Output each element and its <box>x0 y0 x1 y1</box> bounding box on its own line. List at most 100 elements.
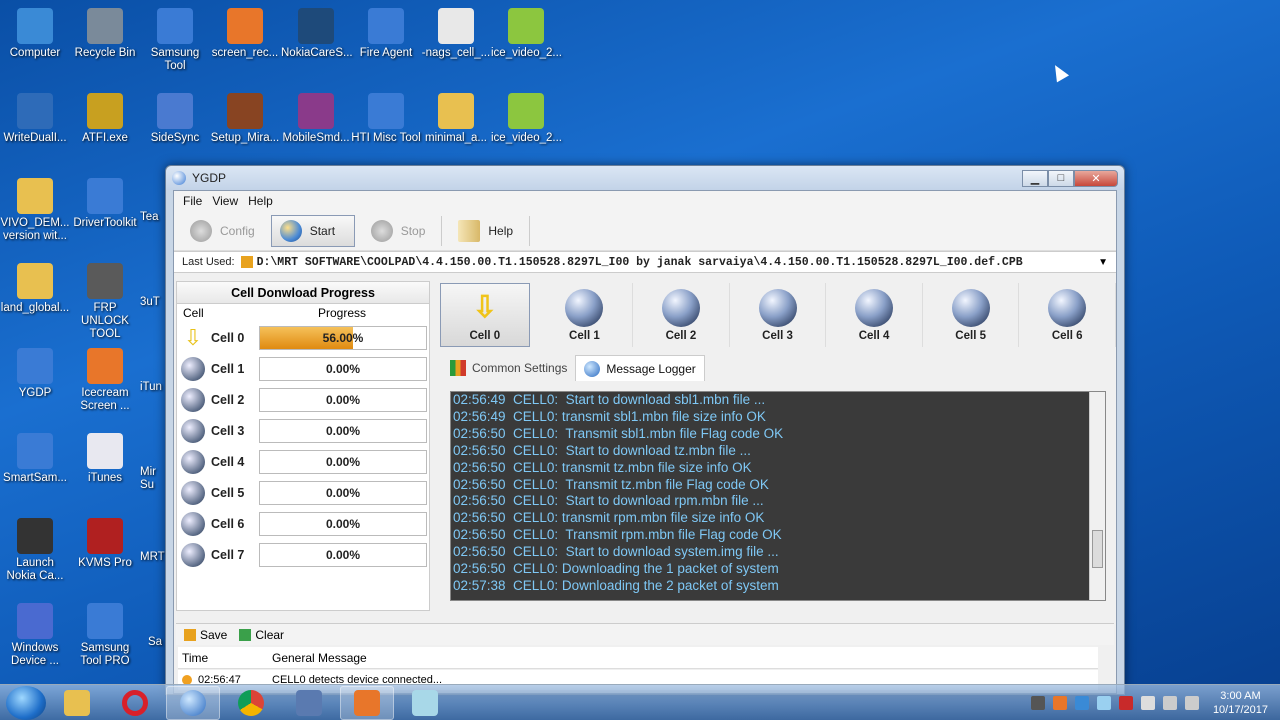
cell-button-1[interactable]: Cell 1 <box>537 283 634 347</box>
desktop-icon[interactable]: YGDP <box>0 348 70 400</box>
desktop-icon[interactable]: Recycle Bin <box>70 8 140 60</box>
desktop-icon[interactable]: Samsung Tool PRO <box>70 603 140 668</box>
desktop-icon-label: ice_video_2... <box>491 132 562 144</box>
tray-icon[interactable] <box>1118 695 1133 710</box>
cell-button-3[interactable]: Cell 3 <box>730 283 827 347</box>
tab-message-logger[interactable]: Message Logger <box>575 355 705 381</box>
taskbar-notepad[interactable] <box>398 686 452 720</box>
winrar-icon <box>298 93 334 129</box>
desktop-icon[interactable]: NokiaCareS... <box>281 8 353 60</box>
menu-help[interactable]: Help <box>243 194 278 208</box>
driver-toolkit-icon <box>87 178 123 214</box>
log-scrollbar[interactable] <box>1089 392 1105 600</box>
desktop-icon[interactable]: MobileSmd... <box>281 93 351 145</box>
tray-icon[interactable] <box>1052 695 1067 710</box>
desktop-icon[interactable]: Fire Agent <box>351 8 421 60</box>
taskbar-opera[interactable] <box>108 686 162 720</box>
desktop-icon[interactable]: WriteDualI... <box>0 93 70 145</box>
message-log[interactable]: 02:56:49 CELL0: Start to download sbl1.m… <box>450 391 1106 601</box>
stop-button[interactable]: Stop <box>363 215 434 247</box>
desktop-icon[interactable]: KVMS Pro <box>70 518 140 570</box>
cell-progress-row[interactable]: Cell 5 0.00% <box>177 477 429 508</box>
menu-view[interactable]: View <box>207 194 243 208</box>
desktop-icon[interactable]: SideSync <box>140 93 210 145</box>
tray-icon[interactable] <box>1074 695 1089 710</box>
menu-file[interactable]: File <box>178 194 207 208</box>
flag-icon[interactable] <box>1140 695 1155 710</box>
minimize-button[interactable]: ▁ <box>1022 169 1048 187</box>
cell-button-6[interactable]: Cell 6 <box>1019 283 1116 347</box>
desktop-icon[interactable]: VIVO_DEM... version wit... <box>0 178 70 243</box>
tab-common-settings-label: Common Settings <box>472 361 568 375</box>
desktop-icon[interactable]: Launch Nokia Ca... <box>0 518 70 583</box>
window-title: YGDP <box>192 171 227 185</box>
window-controls: ▁ □ ✕ <box>1022 169 1118 187</box>
start-menu-button[interactable] <box>6 685 46 720</box>
cell-button-2[interactable]: Cell 2 <box>633 283 730 347</box>
cell-progress-row[interactable]: Cell 1 0.00% <box>177 353 429 384</box>
globe-icon <box>584 360 601 377</box>
cell-button-0[interactable]: ⇩ Cell 0 <box>440 283 530 347</box>
taskbar-explorer[interactable] <box>50 686 104 720</box>
desktop-icon[interactable]: minimal_a... <box>421 93 491 145</box>
desktop-icon[interactable]: ice_video_2... <box>491 93 562 145</box>
log-line: 02:56:50 CELL0: Transmit sbl1.mbn file F… <box>453 425 784 441</box>
volume-icon[interactable] <box>1184 695 1199 710</box>
desktop-icon[interactable]: screen_rec... <box>210 8 280 60</box>
cell-progress-row[interactable]: Cell 3 0.00% <box>177 415 429 446</box>
atf-icon <box>87 93 123 129</box>
cell-button-5[interactable]: Cell 5 <box>923 283 1020 347</box>
tray-icon[interactable] <box>1030 695 1045 710</box>
desktop-icon[interactable]: -nags_cell_... <box>421 8 491 60</box>
save-button[interactable]: Save <box>184 628 227 642</box>
taskbar: 3:00 AM 10/17/2017 <box>0 684 1280 720</box>
taskbar-ygdp[interactable] <box>166 685 220 720</box>
desktop-icon[interactable]: land_global... <box>0 263 70 315</box>
tab-common-settings[interactable]: Common Settings <box>442 355 575 381</box>
cell-progress-row[interactable]: ⇩ Cell 0 56.00% <box>177 322 429 353</box>
save-icon <box>184 628 196 641</box>
start-button[interactable]: Start <box>270 214 355 247</box>
network-tray-icon[interactable] <box>1162 695 1177 710</box>
last-used-bar[interactable]: Last Used: D:\MRT SOFTWARE\COOLPAD\4.4.1… <box>174 251 1116 273</box>
progress-text: 0.00% <box>325 392 361 407</box>
clear-button[interactable]: Clear <box>239 628 284 642</box>
desktop-icon[interactable]: Windows Device ... <box>0 603 70 668</box>
cell-progress-row[interactable]: Cell 2 0.00% <box>177 384 429 415</box>
progress-bar: 0.00% <box>259 356 427 381</box>
desktop-icon-label: iTunes <box>87 472 123 484</box>
taskbar-icecream[interactable] <box>340 685 394 720</box>
clock[interactable]: 3:00 AM 10/17/2017 <box>1213 689 1268 717</box>
cell-progress-row[interactable]: Cell 4 0.00% <box>177 446 429 477</box>
desktop-icon[interactable]: DriverToolkit <box>70 178 140 230</box>
cell-name: Cell 1 <box>211 361 245 376</box>
desktop-icon[interactable]: SmartSam... <box>0 433 70 485</box>
desktop-icon[interactable]: Icecream Screen ... <box>70 348 140 413</box>
log-line: 02:56:50 CELL0: transmit rpm.mbn file si… <box>453 510 765 526</box>
desktop-icon[interactable]: ice_video_2... <box>491 8 562 60</box>
progress-text: 0.00% <box>325 361 361 376</box>
close-button[interactable]: ✕ <box>1074 169 1118 187</box>
desktop-icon-label: WriteDualI... <box>3 132 67 144</box>
desktop-icon[interactable]: ATFI.exe <box>70 93 140 145</box>
desktop-icon[interactable]: Samsung Tool <box>140 8 210 73</box>
desktop-icon[interactable]: Computer <box>0 8 70 60</box>
help-button[interactable]: Help <box>450 215 521 247</box>
tray-icon[interactable] <box>1096 695 1111 710</box>
desktop-icon[interactable]: Setup_Mira... <box>210 93 280 145</box>
desktop-icon[interactable]: FRP UNLOCK TOOL <box>70 263 140 341</box>
log-scroll-thumb[interactable] <box>1092 530 1103 568</box>
cell-button-4[interactable]: Cell 4 <box>826 283 923 347</box>
maximize-button[interactable]: □ <box>1048 169 1074 187</box>
desktop-icon[interactable]: HTI Misc Tool <box>351 93 421 145</box>
cell-progress-row[interactable]: Cell 6 0.00% <box>177 508 429 539</box>
taskbar-network-tool[interactable] <box>282 686 336 720</box>
taskbar-chrome[interactable] <box>224 686 278 720</box>
desktop-icon[interactable]: iTunes <box>70 433 140 485</box>
cell-progress-row[interactable]: Cell 7 0.00% <box>177 539 429 570</box>
chevron-down-icon[interactable]: ▼ <box>1098 257 1108 268</box>
menu-bar: File View Help <box>174 191 1116 211</box>
title-bar[interactable]: YGDP ▁ □ ✕ <box>166 166 1124 190</box>
config-button[interactable]: Config <box>182 215 263 247</box>
desktop-icon-label: VIVO_DEM... version wit... <box>0 217 70 242</box>
